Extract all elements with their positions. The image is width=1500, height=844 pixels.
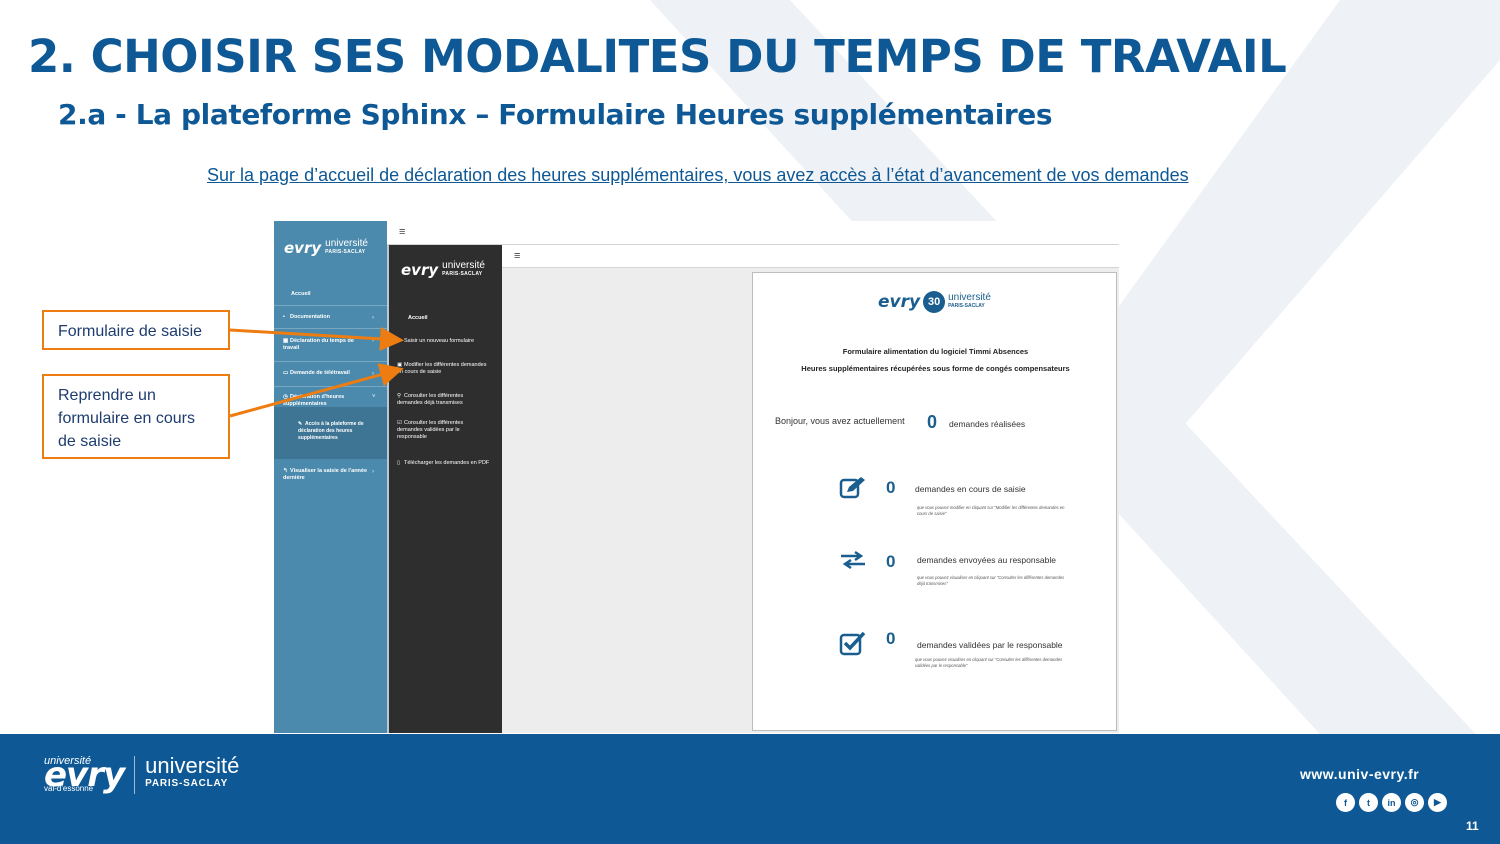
social-links: f t in ◎ ▶ (1336, 793, 1447, 812)
ups-logo: université PARIS-SACLAY (145, 753, 240, 790)
divider (134, 756, 136, 794)
footer: université evry val-d'essonne université… (0, 734, 1500, 844)
instagram-icon[interactable]: ◎ (1405, 793, 1424, 812)
arrow-to-nouveau-formulaire (229, 326, 404, 351)
website-link[interactable]: www.univ-evry.fr (1300, 766, 1419, 782)
linkedin-icon[interactable]: in (1382, 793, 1401, 812)
footer-logo: université evry val-d'essonne université… (44, 754, 239, 796)
evry-logo: université evry val-d'essonne (44, 755, 125, 795)
slide: 2. CHOISIR SES MODALITES DU TEMPS DE TRA… (0, 0, 1500, 844)
page-number: 11 (1466, 819, 1479, 833)
twitter-icon[interactable]: t (1359, 793, 1378, 812)
youtube-icon[interactable]: ▶ (1428, 793, 1447, 812)
facebook-icon[interactable]: f (1336, 793, 1355, 812)
arrow-to-modifier-demandes (229, 363, 404, 418)
callout-arrows (229, 326, 404, 418)
